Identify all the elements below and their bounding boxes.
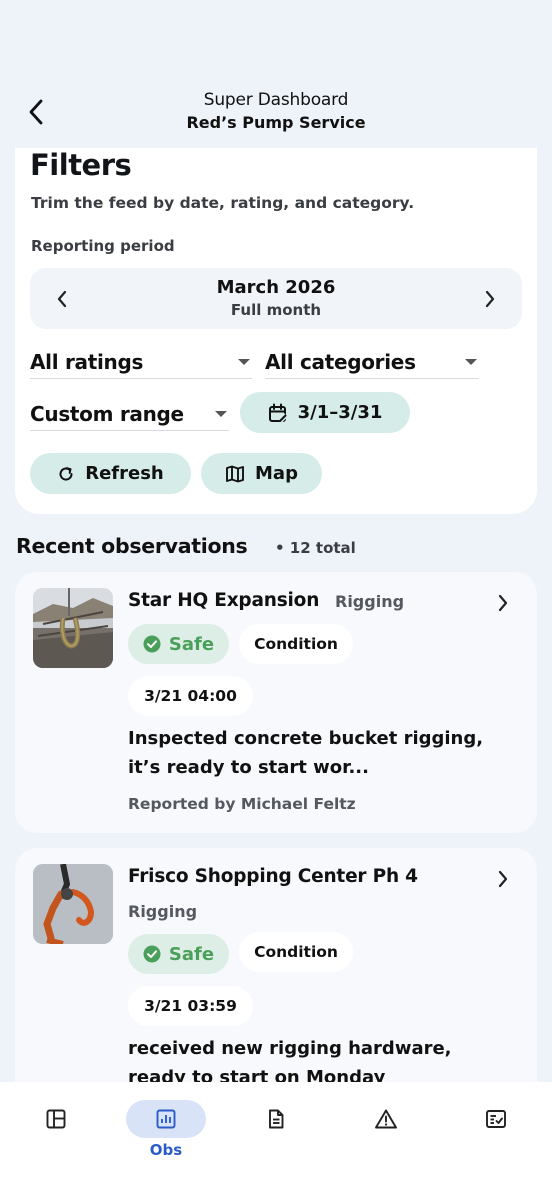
filters-title: Filters xyxy=(30,148,132,182)
layout-icon xyxy=(46,1109,66,1129)
page-subtitle: Red’s Pump Service xyxy=(186,113,366,132)
range-dropdown-label: Custom range xyxy=(30,401,184,426)
caret-down-icon xyxy=(238,358,250,365)
rating-badge: Safe xyxy=(128,624,229,664)
refresh-button[interactable]: Refresh xyxy=(30,453,191,494)
chevron-right-icon xyxy=(493,869,513,889)
observation-category: Rigging xyxy=(128,902,198,921)
timestamp-badge: 3/21 04:00 xyxy=(128,676,253,716)
tab-dashboard[interactable] xyxy=(16,1100,96,1160)
date-range-label: 3/1–3/31 xyxy=(297,402,383,423)
rating-badge: Safe xyxy=(128,934,229,974)
rating-label: Safe xyxy=(168,943,215,965)
refresh-label: Refresh xyxy=(85,463,164,484)
range-dropdown[interactable]: Custom range xyxy=(30,397,229,431)
observation-project: Star HQ Expansion xyxy=(128,590,320,611)
filters-description: Trim the feed by date, rating, and categ… xyxy=(31,194,415,212)
observation-description: Inspected concrete bucket rigging, it’s … xyxy=(128,728,484,778)
period-next-button[interactable] xyxy=(474,283,506,315)
page-title: Super Dashboard xyxy=(203,90,349,110)
map-button[interactable]: Map xyxy=(201,453,322,494)
tab-hazards[interactable] xyxy=(346,1100,426,1160)
ratings-dropdown-label: All ratings xyxy=(30,349,144,374)
observation-category: Rigging xyxy=(335,592,405,611)
tab-obs[interactable]: Obs xyxy=(126,1100,206,1160)
period-sub: Full month xyxy=(230,301,322,319)
rating-label: Safe xyxy=(168,633,215,655)
map-label: Map xyxy=(255,463,298,484)
filters-card: Filters Trim the feed by date, rating, a… xyxy=(15,148,537,514)
type-badge: Condition xyxy=(239,932,353,972)
tab-checklists[interactable] xyxy=(456,1100,536,1160)
categories-dropdown-label: All categories xyxy=(265,349,416,374)
observation-thumbnail xyxy=(33,864,113,944)
period-selector: March 2026 Full month xyxy=(30,268,522,329)
observation-thumbnail xyxy=(33,588,113,668)
tab-reports[interactable] xyxy=(236,1100,316,1160)
observation-card[interactable]: Frisco Shopping Center Ph 4 Rigging Safe… xyxy=(15,848,537,1082)
bar-chart-icon xyxy=(156,1109,176,1129)
ratings-dropdown[interactable]: All ratings xyxy=(30,345,252,379)
caret-down-icon xyxy=(465,358,477,365)
observation-description: received new rigging hardware, ready to … xyxy=(128,1038,452,1082)
document-icon xyxy=(269,1109,284,1129)
calendar-edit-icon xyxy=(268,403,288,423)
check-circle-icon xyxy=(143,635,161,653)
check-circle-icon xyxy=(143,945,161,963)
period-month: March 2026 xyxy=(216,277,336,298)
map-icon xyxy=(226,465,244,482)
categories-dropdown[interactable]: All categories xyxy=(265,345,479,379)
refresh-icon xyxy=(59,466,73,481)
observation-card[interactable]: Star HQ Expansion Rigging Safe Condition… xyxy=(15,572,537,833)
content-scroll[interactable]: Filters Trim the feed by date, rating, a… xyxy=(0,148,552,1082)
section-title: Recent observations xyxy=(16,534,248,558)
chevron-right-icon xyxy=(493,593,513,613)
tab-obs-label: Obs xyxy=(149,1141,183,1159)
observation-reporter: Reported by Michael Feltz xyxy=(128,795,356,813)
warning-icon xyxy=(375,1109,397,1129)
period-label: Reporting period xyxy=(31,237,175,255)
type-badge: Condition xyxy=(239,624,353,664)
header-titles: Super Dashboard Red’s Pump Service xyxy=(0,90,552,132)
observation-project: Frisco Shopping Center Ph 4 xyxy=(128,866,418,887)
caret-down-icon xyxy=(215,410,227,417)
bottom-tab-bar: Obs xyxy=(0,1082,552,1200)
date-range-button[interactable]: 3/1–3/31 xyxy=(240,392,410,433)
checklist-icon xyxy=(486,1110,506,1128)
timestamp-badge: 3/21 03:59 xyxy=(128,986,253,1026)
app-header: Super Dashboard Red’s Pump Service xyxy=(0,0,552,148)
chevron-right-icon xyxy=(485,290,495,308)
observations-count: • 12 total xyxy=(275,539,356,557)
period-display: March 2026 Full month xyxy=(30,277,522,319)
